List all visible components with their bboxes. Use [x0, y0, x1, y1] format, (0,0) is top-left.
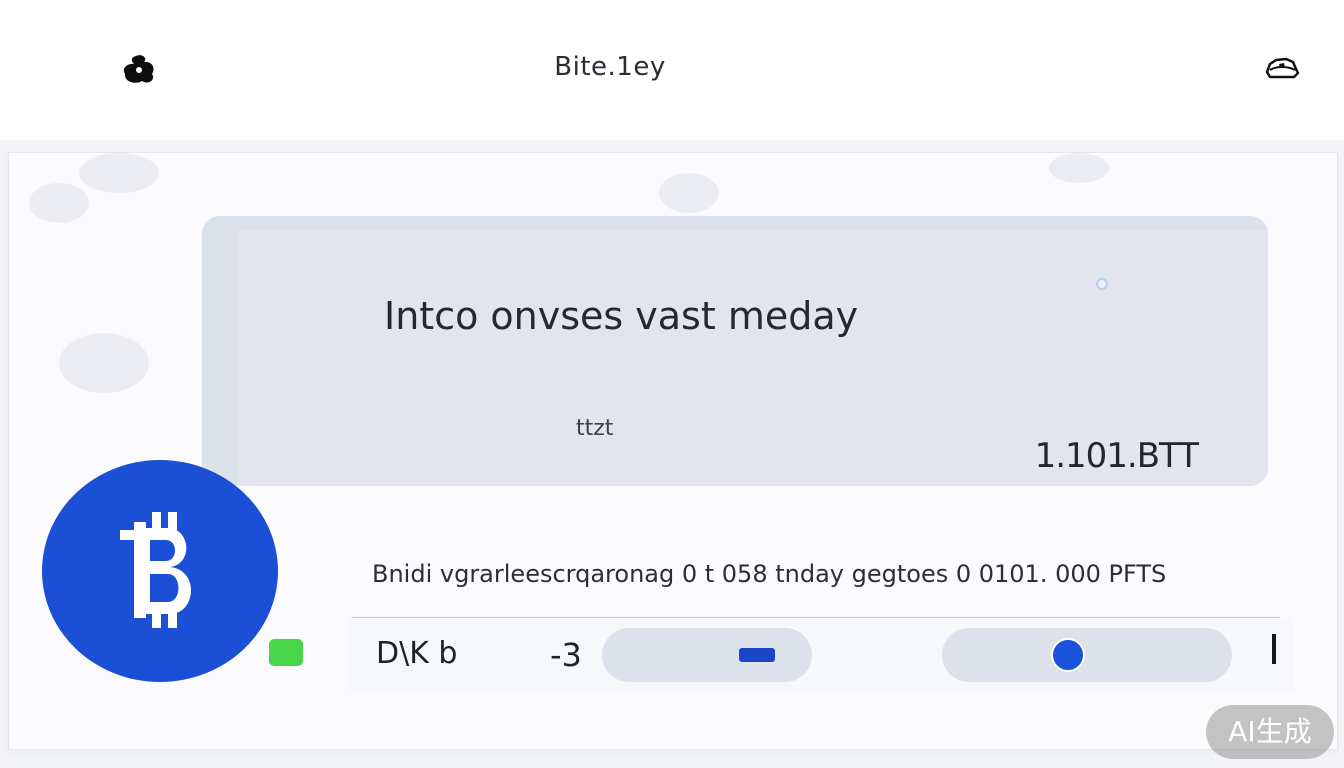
status-indicator [269, 639, 303, 666]
control-label: D\K b [376, 636, 458, 671]
coin-badge [42, 460, 278, 682]
card-amount: 1.101.BTT [1034, 436, 1199, 476]
card-headline: Intco onvses vast meday [384, 294, 859, 338]
ticker-text: Bnidi vgrarleescrqaronag 0 t 058 tnday g… [372, 560, 1167, 588]
card-sublabel: ttzt [576, 416, 614, 441]
minus-button[interactable] [602, 628, 812, 682]
app-title: Bite.1ey [554, 52, 666, 82]
minus-icon [739, 648, 775, 662]
hat-icon[interactable] [1264, 56, 1300, 82]
slider-track[interactable] [942, 628, 1232, 682]
info-card-body: Intco onvses vast meday ttzt 1.101.BTT [238, 230, 1268, 486]
control-value: -3 [550, 636, 582, 674]
background-blur [79, 153, 159, 193]
background-blur [1049, 153, 1109, 183]
slider-handle[interactable] [1051, 638, 1086, 672]
ai-watermark: AI生成 [1206, 705, 1334, 759]
logo-blob-icon[interactable] [122, 54, 158, 84]
background-blur [29, 183, 89, 223]
info-card: Intco onvses vast meday ttzt 1.101.BTT [202, 216, 1268, 486]
divider [352, 617, 1280, 618]
indicator-dot [1096, 278, 1108, 290]
bitcoin-icon [120, 512, 192, 628]
end-marker [1272, 634, 1276, 664]
background-blur [659, 173, 719, 213]
header: Bite.1ey [0, 0, 1344, 140]
background-blur [59, 333, 149, 393]
